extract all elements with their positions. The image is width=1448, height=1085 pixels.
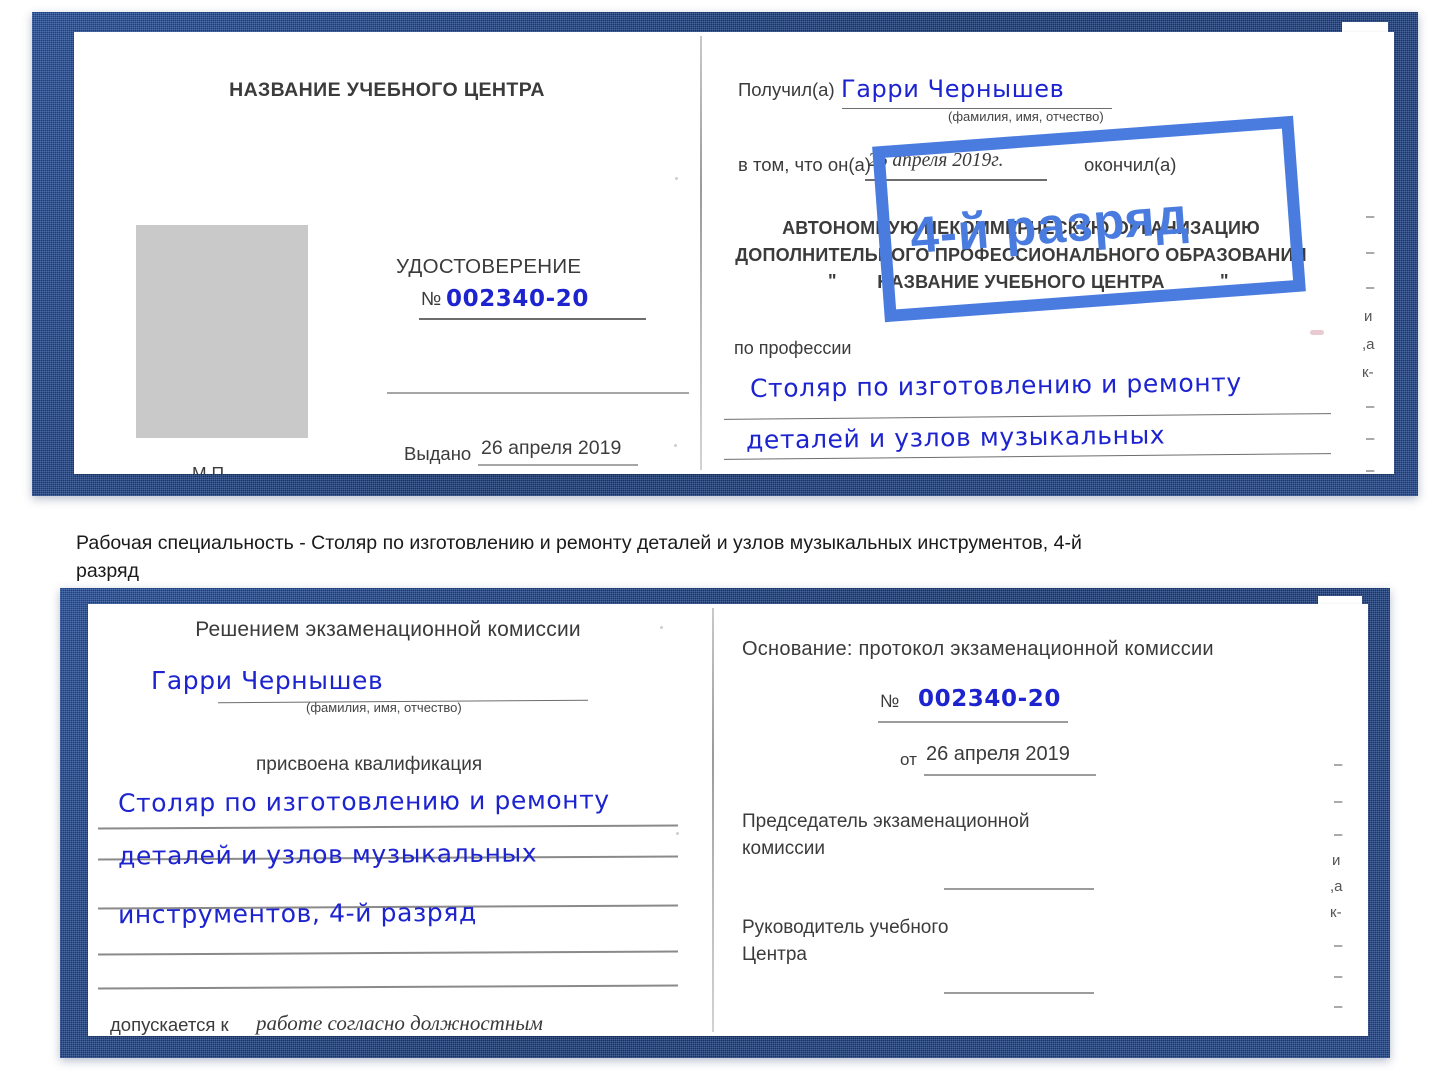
chairman-line-2: комиссии: [742, 838, 825, 859]
bottom-edge-fragment-8: –: [1334, 968, 1343, 985]
training-center-title: НАЗВАНИЕ УЧЕБНОГО ЦЕНТРА: [229, 79, 545, 101]
bottom-certificate-cover: Решением экзаменационной комиссии Гарри …: [60, 588, 1390, 1058]
that-he-label: в том, что он(а): [738, 154, 871, 175]
bottom-edge-fragment-1: –: [1334, 756, 1343, 773]
profession-line-1: Столяр по изготовлению и ремонту: [749, 367, 1242, 404]
profession-line-2: деталей и узлов музыкальных: [745, 420, 1166, 455]
photo-placeholder: [136, 225, 308, 438]
bottom-edge-fragment-7: –: [1334, 937, 1343, 954]
bottom-edge-fragment-2: –: [1334, 793, 1343, 810]
bottom-edge-fragment-5: ,а: [1330, 878, 1343, 895]
admitted-value-line-1: работе согласно должностным: [256, 1011, 543, 1035]
qualification-rule-4: [97, 950, 679, 956]
edge-fragment-3: –: [1366, 279, 1375, 296]
protocol-from-label: от: [900, 750, 917, 769]
qualification-label: присвоена квалификация: [256, 754, 483, 775]
qualification-line-3: инструментов, 4-й разряд: [117, 897, 477, 930]
profession-rule-1: [724, 413, 1331, 421]
edge-fragment-4: и: [1364, 308, 1373, 325]
head-of-center-line-2: Центра: [742, 944, 807, 965]
edge-fragment-5: ,а: [1362, 336, 1375, 353]
number-underline: [419, 318, 646, 320]
issued-date-value: 26 апреля 2019: [481, 437, 622, 459]
completion-date-value: 26 апреля 2019г.: [868, 150, 1004, 171]
top-certificate-cover: НАЗВАНИЕ УЧЕБНОГО ЦЕНТРА М.П. УДОСТОВЕРЕ…: [32, 12, 1418, 496]
edge-fragment-6: к-: [1362, 364, 1374, 381]
chairman-signature-line: [944, 888, 1094, 891]
profession-rule-2: [724, 453, 1331, 461]
blank-rule-1: [387, 392, 689, 394]
profession-label: по профессии: [734, 338, 852, 358]
scan-speck-b: [674, 444, 677, 447]
organization-quote-close: ": [1220, 271, 1229, 291]
protocol-number-underline: [878, 721, 1068, 724]
fio-hint-top: (фамилия, имя, отчество): [948, 109, 1104, 124]
fio-hint-bottom: (фамилия, имя, отчество): [306, 700, 462, 715]
bottom-edge-fragment-3: –: [1334, 826, 1343, 843]
protocol-number-symbol: №: [880, 691, 900, 711]
head-of-center-line-1: Руководитель учебного: [742, 917, 949, 938]
head-of-center-signature-line: [944, 992, 1094, 995]
protocol-from-underline: [924, 774, 1096, 777]
issued-underline: [478, 464, 638, 466]
certificate-number-value: 002340-20: [446, 286, 589, 312]
protocol-number-value: 002340-20: [918, 686, 1061, 712]
qualification-rule-5: [97, 984, 679, 990]
bottom-edge-fragment-4: и: [1332, 852, 1341, 869]
bottom-edge-fragment-10: –: [1334, 1028, 1342, 1036]
edge-fragment-7: –: [1366, 398, 1375, 415]
seal-label: М.П.: [192, 463, 229, 474]
edge-fragment-9: –: [1366, 462, 1375, 474]
bottom-right-page: Основание: протокол экзаменационной коми…: [714, 604, 1368, 1036]
scan-speck-a: [675, 177, 678, 180]
qualification-rule-1: [97, 824, 679, 830]
recipient-name-value: Гарри Чернышев: [841, 75, 1065, 103]
bottom-left-page: Решением экзаменационной комиссии Гарри …: [88, 604, 712, 1036]
issued-label: Выдано: [404, 443, 472, 464]
bottom-recipient-name-value: Гарри Чернышев: [151, 666, 384, 695]
edge-fragment-1: –: [1366, 208, 1375, 225]
scan-speck-c: [1310, 330, 1324, 335]
top-left-page: НАЗВАНИЕ УЧЕБНОГО ЦЕНТРА М.П. УДОСТОВЕРЕ…: [74, 32, 700, 474]
edge-fragment-8: –: [1366, 430, 1375, 447]
edge-fragment-2: –: [1366, 244, 1375, 261]
qualification-line-2: деталей и узлов музыкальных: [117, 838, 538, 871]
bottom-edge-fragment-9: –: [1334, 998, 1343, 1015]
document-type-label: УДОСТОВЕРЕНИЕ: [396, 255, 582, 278]
top-certificate-spread: НАЗВАНИЕ УЧЕБНОГО ЦЕНТРА М.П. УДОСТОВЕРЕ…: [74, 32, 1394, 474]
scan-speck-d: [660, 626, 663, 629]
finished-label: окончил(а): [1084, 154, 1177, 175]
basis-label: Основание: протокол экзаменационной коми…: [742, 638, 1214, 660]
scan-speck-e: [676, 832, 679, 835]
commission-decision-heading: Решением экзаменационной комиссии: [195, 618, 581, 641]
bottom-certificate-spread: Решением экзаменационной комиссии Гарри …: [88, 604, 1368, 1036]
protocol-from-value: 26 апреля 2019: [926, 743, 1070, 765]
page-caption: Рабочая специальность - Столяр по изгото…: [76, 532, 1082, 582]
completion-date-underline: [865, 179, 1047, 181]
qualification-line-1: Столяр по изготовлению и ремонту: [117, 785, 610, 818]
bottom-edge-fragment-6: к-: [1330, 904, 1342, 921]
organization-name: НАЗВАНИЕ УЧЕБНОГО ЦЕНТРА: [877, 272, 1165, 292]
chairman-line-1: Председатель экзаменационной: [742, 811, 1030, 832]
number-symbol: №: [421, 289, 442, 310]
received-label: Получил(а): [738, 79, 835, 100]
admitted-label: допускается к: [110, 1014, 229, 1035]
